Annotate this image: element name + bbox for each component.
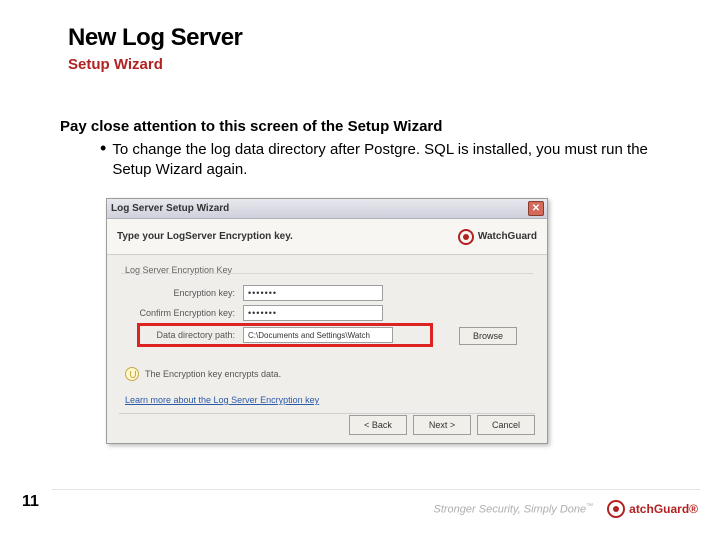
data-directory-input[interactable]: C:\Documents and Settings\Watch bbox=[243, 327, 393, 343]
wizard-dialog: Log Server Setup Wizard ✕ Type your LogS… bbox=[106, 198, 548, 444]
back-button[interactable]: < Back bbox=[349, 415, 407, 435]
wizard-title: Log Server Setup Wizard bbox=[111, 203, 229, 214]
browse-button[interactable]: Browse bbox=[459, 327, 517, 345]
brand-logo: WatchGuard bbox=[458, 229, 537, 245]
footer-brand-label: atchGuard® bbox=[629, 502, 698, 516]
tagline-text: Stronger Security, Simply Done bbox=[434, 503, 587, 515]
data-directory-row: Data directory path: C:\Documents and Se… bbox=[135, 327, 393, 343]
encryption-key-input[interactable]: ••••••• bbox=[243, 285, 383, 301]
watchguard-icon bbox=[607, 500, 625, 518]
encryption-key-label: Encryption key: bbox=[135, 288, 235, 298]
divider bbox=[121, 273, 533, 274]
wizard-titlebar: Log Server Setup Wizard ✕ bbox=[107, 199, 547, 219]
watchguard-icon bbox=[458, 229, 474, 245]
confirm-key-label: Confirm Encryption key: bbox=[135, 308, 235, 318]
brand-label: WatchGuard bbox=[478, 231, 537, 242]
page-subtitle: Setup Wizard bbox=[68, 56, 163, 73]
lock-icon bbox=[125, 367, 139, 381]
instruction-heading: Pay close attention to this screen of th… bbox=[60, 118, 442, 135]
trademark-symbol: ™ bbox=[586, 503, 593, 510]
divider bbox=[119, 413, 535, 414]
close-button[interactable]: ✕ bbox=[528, 201, 544, 216]
registered-symbol: ® bbox=[689, 502, 698, 516]
bullet-item: • To change the log data directory after… bbox=[100, 140, 660, 180]
footer-right: Stronger Security, Simply Done™ atchGuar… bbox=[434, 500, 699, 518]
cancel-button[interactable]: Cancel bbox=[477, 415, 535, 435]
wizard-banner: Type your LogServer Encryption key. Watc… bbox=[107, 219, 547, 255]
hint-text: The Encryption key encrypts data. bbox=[145, 369, 281, 379]
wizard-button-row: < Back Next > Cancel bbox=[349, 415, 535, 435]
learn-more-link[interactable]: Learn more about the Log Server Encrypti… bbox=[125, 395, 319, 405]
bullet-text: To change the log data directory after P… bbox=[112, 140, 660, 180]
banner-instruction: Type your LogServer Encryption key. bbox=[117, 231, 293, 242]
encryption-key-row: Encryption key: ••••••• bbox=[135, 285, 383, 301]
bullet-dot-icon: • bbox=[100, 139, 106, 157]
page-number: 11 bbox=[22, 493, 39, 511]
hint-row: The Encryption key encrypts data. bbox=[125, 367, 281, 381]
footer-brand-text: atchGuard bbox=[629, 502, 689, 516]
tagline: Stronger Security, Simply Done™ bbox=[434, 503, 594, 516]
confirm-key-row: Confirm Encryption key: ••••••• bbox=[135, 305, 383, 321]
footer-brand: atchGuard® bbox=[607, 500, 698, 518]
slide-footer: 11 Stronger Security, Simply Done™ atchG… bbox=[0, 486, 720, 518]
page-title: New Log Server bbox=[68, 24, 242, 52]
next-button[interactable]: Next > bbox=[413, 415, 471, 435]
confirm-key-input[interactable]: ••••••• bbox=[243, 305, 383, 321]
data-directory-label: Data directory path: bbox=[135, 330, 235, 340]
